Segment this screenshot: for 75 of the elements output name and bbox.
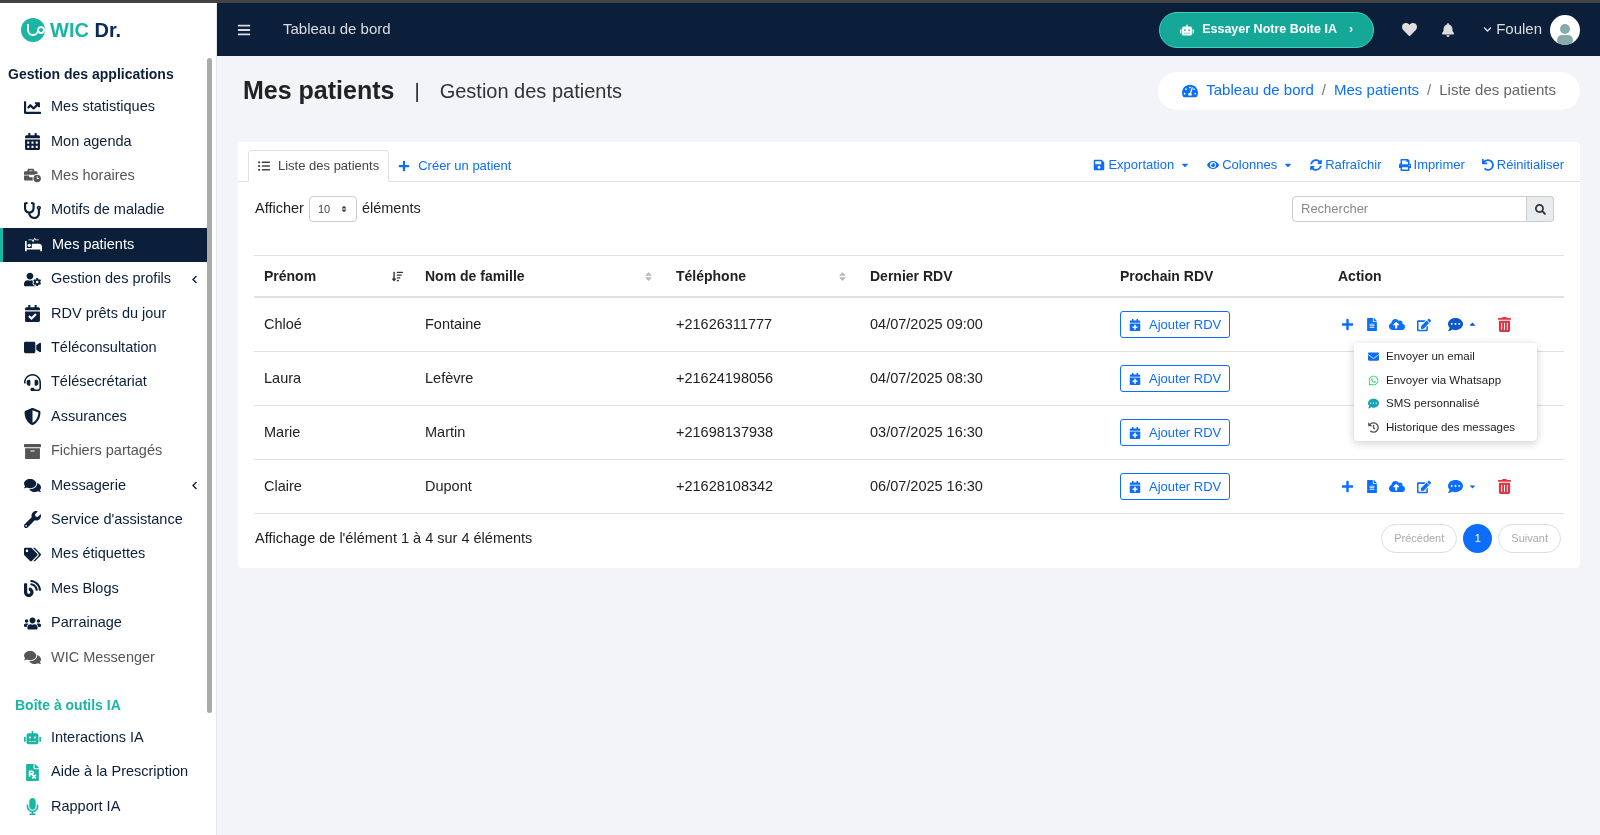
table-cell: Dupont	[425, 477, 472, 494]
column-header[interactable]: Nom de famille	[425, 265, 525, 287]
sidebar-item[interactable]: Aide à la Prescription	[0, 755, 211, 790]
sidebar-item[interactable]: Mes Blogs	[0, 571, 211, 606]
toolbar-button[interactable]: Réinitialiser	[1481, 149, 1564, 181]
add-appointment-button[interactable]: Ajouter RDV	[1120, 365, 1231, 392]
topbar-title: Tableau de bord	[283, 19, 391, 40]
title-divider: |	[414, 78, 420, 104]
breadcrumb-separator: /	[1321, 80, 1327, 101]
page-size-select[interactable]: 10	[308, 196, 357, 222]
add-appointment-button[interactable]: Ajouter RDV	[1120, 419, 1231, 446]
tab[interactable]: Créer un patient	[389, 150, 521, 182]
sidebar-item[interactable]: Mes statistiques	[0, 90, 211, 125]
toolbar-button[interactable]: Colonnes	[1207, 149, 1294, 181]
sidebar-item[interactable]: WIC Messenger	[0, 640, 211, 675]
table-cell: 04/07/2025 09:00	[870, 315, 983, 332]
sidebar-item[interactable]: Messagerie	[0, 468, 211, 503]
table-cell: +21626311777	[676, 315, 773, 332]
menu-item[interactable]: Envoyer via Whatsapp	[1354, 368, 1537, 392]
sidebar-item[interactable]: Parrainage	[0, 605, 211, 641]
sidebar-item[interactable]: Motifs de maladie	[0, 193, 211, 228]
table-cell: Chloé	[264, 315, 302, 332]
sidebar-item[interactable]: Fichiers partagés	[0, 433, 211, 469]
page-button[interactable]: 1	[1463, 524, 1493, 553]
search-field[interactable]: Rechercher	[1292, 196, 1527, 222]
column-header[interactable]: Prénom	[264, 265, 317, 287]
sidebar-item[interactable]: Interactions IA	[0, 720, 211, 756]
add-appointment-button[interactable]: Ajouter RDV	[1120, 311, 1231, 338]
table-cell: 03/07/2025 16:30	[870, 423, 983, 440]
breadcrumb-link[interactable]: Mes patients	[1334, 79, 1420, 102]
table-cell: +21628108342	[676, 477, 774, 494]
column-header: Prochain RDV	[1120, 266, 1214, 286]
sidebar-item[interactable]: Mon agenda	[0, 124, 211, 159]
sidebar-item[interactable]: Gestion des profils	[0, 261, 211, 297]
toolbar-button[interactable]: Exportation	[1093, 149, 1191, 181]
sidebar-item[interactable]: RDV prêts du jour	[0, 296, 211, 331]
breadcrumb-link[interactable]: Tableau de bord	[1206, 79, 1314, 102]
table-cell: Marie	[264, 423, 301, 440]
column-header[interactable]: Téléphone	[676, 265, 746, 287]
menu-item[interactable]: SMS personnalisé	[1354, 392, 1537, 416]
sidebar-item[interactable]: Mes horaires	[0, 158, 211, 194]
length-label: éléments	[361, 199, 421, 219]
sidebar-item[interactable]: Assurances	[0, 399, 211, 434]
breadcrumb-current: Liste des patients	[1439, 80, 1556, 101]
tab[interactable]: Liste des patients	[248, 150, 390, 182]
sidebar-section-title: Boîte à outils IA	[14, 695, 122, 715]
add-appointment-button[interactable]: Ajouter RDV	[1120, 473, 1231, 500]
table-info: Affichage de l'élément 1 à 4 sur 4 éléments	[255, 528, 533, 548]
sidebar-item[interactable]: Télésecrétariat	[0, 365, 211, 400]
toolbar-button[interactable]: Imprimer	[1398, 149, 1465, 181]
menu-item[interactable]: Envoyer un email	[1354, 345, 1537, 369]
page-subtitle: Gestion des patients	[439, 78, 622, 104]
table-cell: Claire	[264, 477, 302, 494]
table-cell: 04/07/2025 08:30	[870, 369, 983, 386]
page-title: Mes patients	[243, 74, 395, 106]
table-cell: Lefèvre	[425, 369, 474, 386]
length-label: Afficher	[255, 199, 304, 219]
table-cell: Martin	[425, 423, 466, 440]
menu-item[interactable]: Historique des messages	[1354, 415, 1537, 439]
sidebar-item[interactable]: Service d'assistance	[0, 502, 211, 538]
user-menu[interactable]: Foulen	[1483, 18, 1542, 41]
toolbar-button[interactable]: Rafraîchir	[1310, 149, 1382, 181]
sidebar-section-title: Gestion des applications	[7, 65, 175, 84]
column-header: Dernier RDV	[870, 266, 953, 286]
table-cell: +21624198056	[676, 369, 774, 386]
column-header: Action	[1338, 266, 1382, 286]
table-cell: Fontaine	[425, 315, 482, 332]
table-cell: Laura	[264, 369, 302, 386]
sidebar-item[interactable]: Rapport IA	[0, 789, 211, 824]
logo-text: WIC Dr.	[50, 17, 122, 43]
breadcrumb-separator: /	[1427, 80, 1432, 101]
sidebar-item[interactable]: Téléconsultation	[0, 330, 211, 366]
sidebar-item[interactable]: Mes étiquettes	[0, 537, 211, 572]
table-cell: 06/07/2025 16:30	[870, 477, 983, 494]
table-cell: +21698137938	[676, 423, 774, 440]
